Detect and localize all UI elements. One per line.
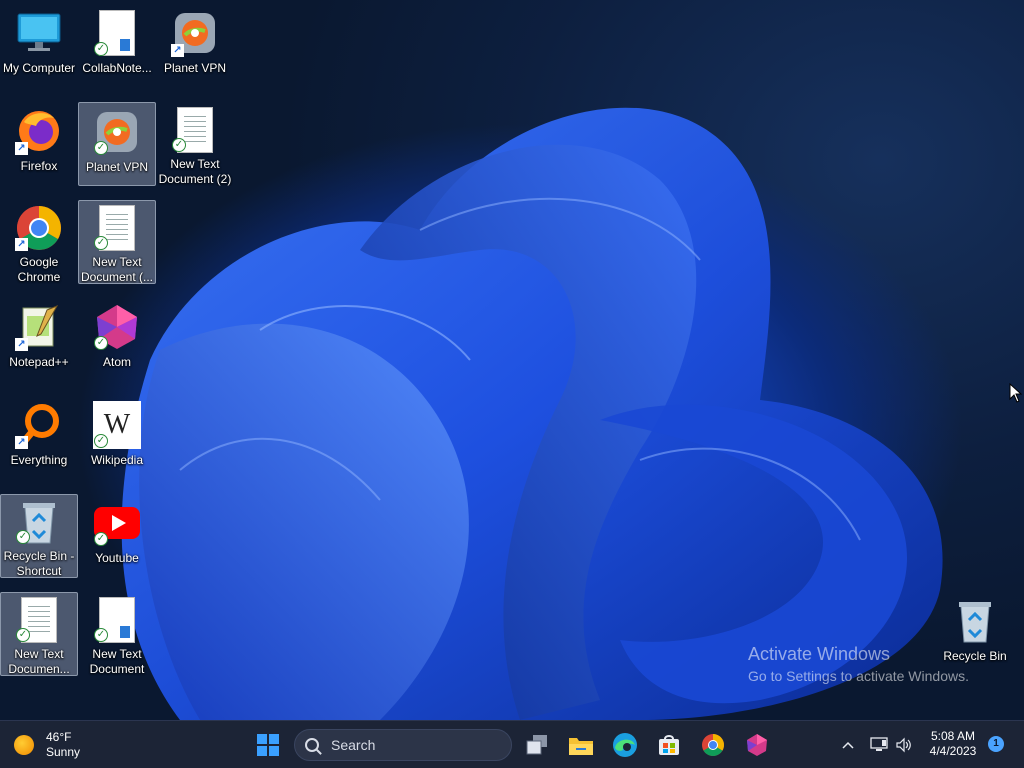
mouse-cursor-icon (1009, 383, 1023, 403)
desktop-icon-everything[interactable]: ↗ Everything (0, 396, 78, 480)
sync-check-icon: ✓ (94, 141, 108, 155)
recycle-bin-icon: ✓ (14, 499, 64, 546)
taskbar: 46°F Sunny Search 5:08 AM 4/4/2023 (0, 720, 1024, 768)
desktop-icon-collabnote[interactable]: ✓ CollabNote... (78, 4, 156, 88)
youtube-icon: ✓ (92, 498, 142, 548)
planet-vpn-icon: ✓ (92, 107, 142, 157)
shortcut-arrow-icon: ↗ (15, 338, 28, 351)
shortcut-arrow-icon: ↗ (171, 44, 184, 57)
desktop-icon-google-chrome[interactable]: ↗ Google Chrome (0, 200, 78, 284)
chrome-icon: ↗ (14, 204, 64, 252)
task-view-button[interactable] (521, 729, 553, 761)
store-icon (659, 735, 679, 755)
sync-check-icon: ✓ (94, 235, 108, 250)
desktop-icon-new-text-document-3[interactable]: ✓ New Text Documen... (0, 592, 78, 676)
folder-icon (569, 738, 593, 755)
volume-button[interactable] (893, 729, 915, 761)
magnifier-icon: ↗ (14, 400, 64, 450)
watermark-subtitle: Go to Settings to activate Windows. (748, 668, 969, 684)
desktop-icon-label: Notepad++ (9, 355, 69, 369)
atom-taskbar-button[interactable] (741, 729, 773, 761)
sync-check-icon: ✓ (94, 42, 108, 56)
desktop-icon-label: Google Chrome (17, 255, 61, 284)
desktop-icon-label: CollabNote... (82, 61, 152, 75)
sync-check-icon: ✓ (94, 336, 108, 350)
desktop-icon-atom[interactable]: ✓ Atom (78, 298, 156, 382)
desktop-icon-notepad-plus-plus[interactable]: ↗ Notepad++ (0, 298, 78, 382)
notepad-plus-plus-icon: ↗ (14, 302, 64, 352)
network-icon (870, 737, 888, 751)
desktop-icon-label: Planet VPN (163, 61, 227, 75)
computer-icon (14, 8, 64, 58)
file-explorer-button[interactable] (565, 729, 597, 761)
desktop-icon-planet-vpn-shortcut[interactable]: ↗ Planet VPN (156, 4, 234, 88)
text-document-icon: ✓ (170, 106, 220, 154)
desktop-icon-new-text-document-2-copy[interactable]: ✓ New Text Document (... (78, 200, 156, 284)
desktop-icon-new-text-document[interactable]: ✓ New Text Document (78, 592, 156, 676)
watermark-title: Activate Windows (748, 644, 891, 664)
desktop-icon-label: My Computer (2, 61, 76, 75)
taskbar-clock[interactable]: 5:08 AM 4/4/2023 (920, 729, 986, 759)
start-button[interactable] (252, 729, 284, 761)
edge-icon (613, 733, 637, 757)
shortcut-arrow-icon: ↗ (15, 436, 28, 449)
task-view-icon (526, 735, 547, 755)
sync-check-icon: ✓ (94, 434, 108, 448)
desktop-icon-label: Wikipedia (90, 453, 144, 467)
document-icon: ✓ (92, 596, 142, 644)
speaker-icon (896, 737, 911, 753)
desktop-icon-recycle-bin-shortcut[interactable]: ✓ Recycle Bin - Shortcut (0, 494, 78, 578)
weather-temperature: 46°F (46, 730, 72, 744)
desktop-icon-label: New Text Document (89, 647, 145, 676)
chrome-icon (702, 734, 724, 756)
text-document-icon: ✓ (14, 597, 64, 644)
search-icon (305, 738, 319, 752)
desktop-icon-label: New Text Document (... (80, 254, 154, 283)
desktop-icon-planet-vpn-selected[interactable]: ✓ Planet VPN (78, 102, 156, 186)
desktop-icon-firefox[interactable]: ↗ Firefox (0, 102, 78, 186)
sync-check-icon: ✓ (16, 627, 30, 642)
atom-icon: ✓ (92, 302, 142, 352)
clock-date: 4/4/2023 (929, 744, 977, 758)
show-hidden-icons-button[interactable] (838, 729, 858, 761)
search-placeholder: Search (331, 737, 376, 753)
network-button[interactable] (868, 729, 890, 761)
desktop-icon-label: Planet VPN (85, 160, 149, 174)
desktop-icon-label: Recycle Bin - Shortcut (3, 548, 75, 577)
wikipedia-icon: W ✓ (92, 400, 142, 450)
weather-widget[interactable]: 46°F Sunny (14, 729, 124, 761)
desktop-icon-label: Youtube (95, 551, 139, 565)
clock-time: 5:08 AM (930, 729, 976, 743)
notification-badge[interactable]: 1 (988, 736, 1004, 752)
document-icon: ✓ (92, 8, 142, 58)
planet-vpn-icon: ↗ (170, 8, 220, 58)
text-document-icon: ✓ (92, 205, 142, 252)
chevron-up-icon (842, 741, 854, 749)
desktop-icon-label: New Text Document (2) (158, 157, 232, 186)
sync-check-icon: ✓ (16, 529, 30, 544)
microsoft-store-button[interactable] (653, 729, 685, 761)
sync-check-icon: ✓ (94, 532, 108, 546)
taskbar-search-box[interactable]: Search (294, 729, 512, 761)
desktop-icon-label: New Text Documen... (8, 646, 70, 675)
recycle-bin-icon (950, 596, 1000, 646)
sun-icon (14, 735, 34, 755)
firefox-icon: ↗ (14, 106, 64, 156)
windows-logo-icon (257, 734, 279, 756)
desktop-icon-my-computer[interactable]: My Computer (0, 4, 78, 88)
chrome-taskbar-button[interactable] (697, 729, 729, 761)
desktop-icon-youtube[interactable]: ✓ Youtube (78, 494, 156, 578)
atom-icon (747, 734, 767, 756)
desktop-icon-new-text-document-2[interactable]: ✓ New Text Document (2) (156, 102, 234, 186)
weather-condition: Sunny (46, 745, 81, 759)
desktop-icon-label: Atom (102, 355, 131, 369)
activate-windows-watermark: Activate Windows Go to Settings to activ… (748, 644, 969, 684)
edge-button[interactable] (609, 729, 641, 761)
desktop-icon-label: Everything (10, 453, 68, 467)
shortcut-arrow-icon: ↗ (15, 142, 28, 155)
desktop-icon-label: Firefox (20, 159, 58, 173)
shortcut-arrow-icon: ↗ (15, 238, 28, 252)
desktop-icon-wikipedia[interactable]: W ✓ Wikipedia (78, 396, 156, 480)
